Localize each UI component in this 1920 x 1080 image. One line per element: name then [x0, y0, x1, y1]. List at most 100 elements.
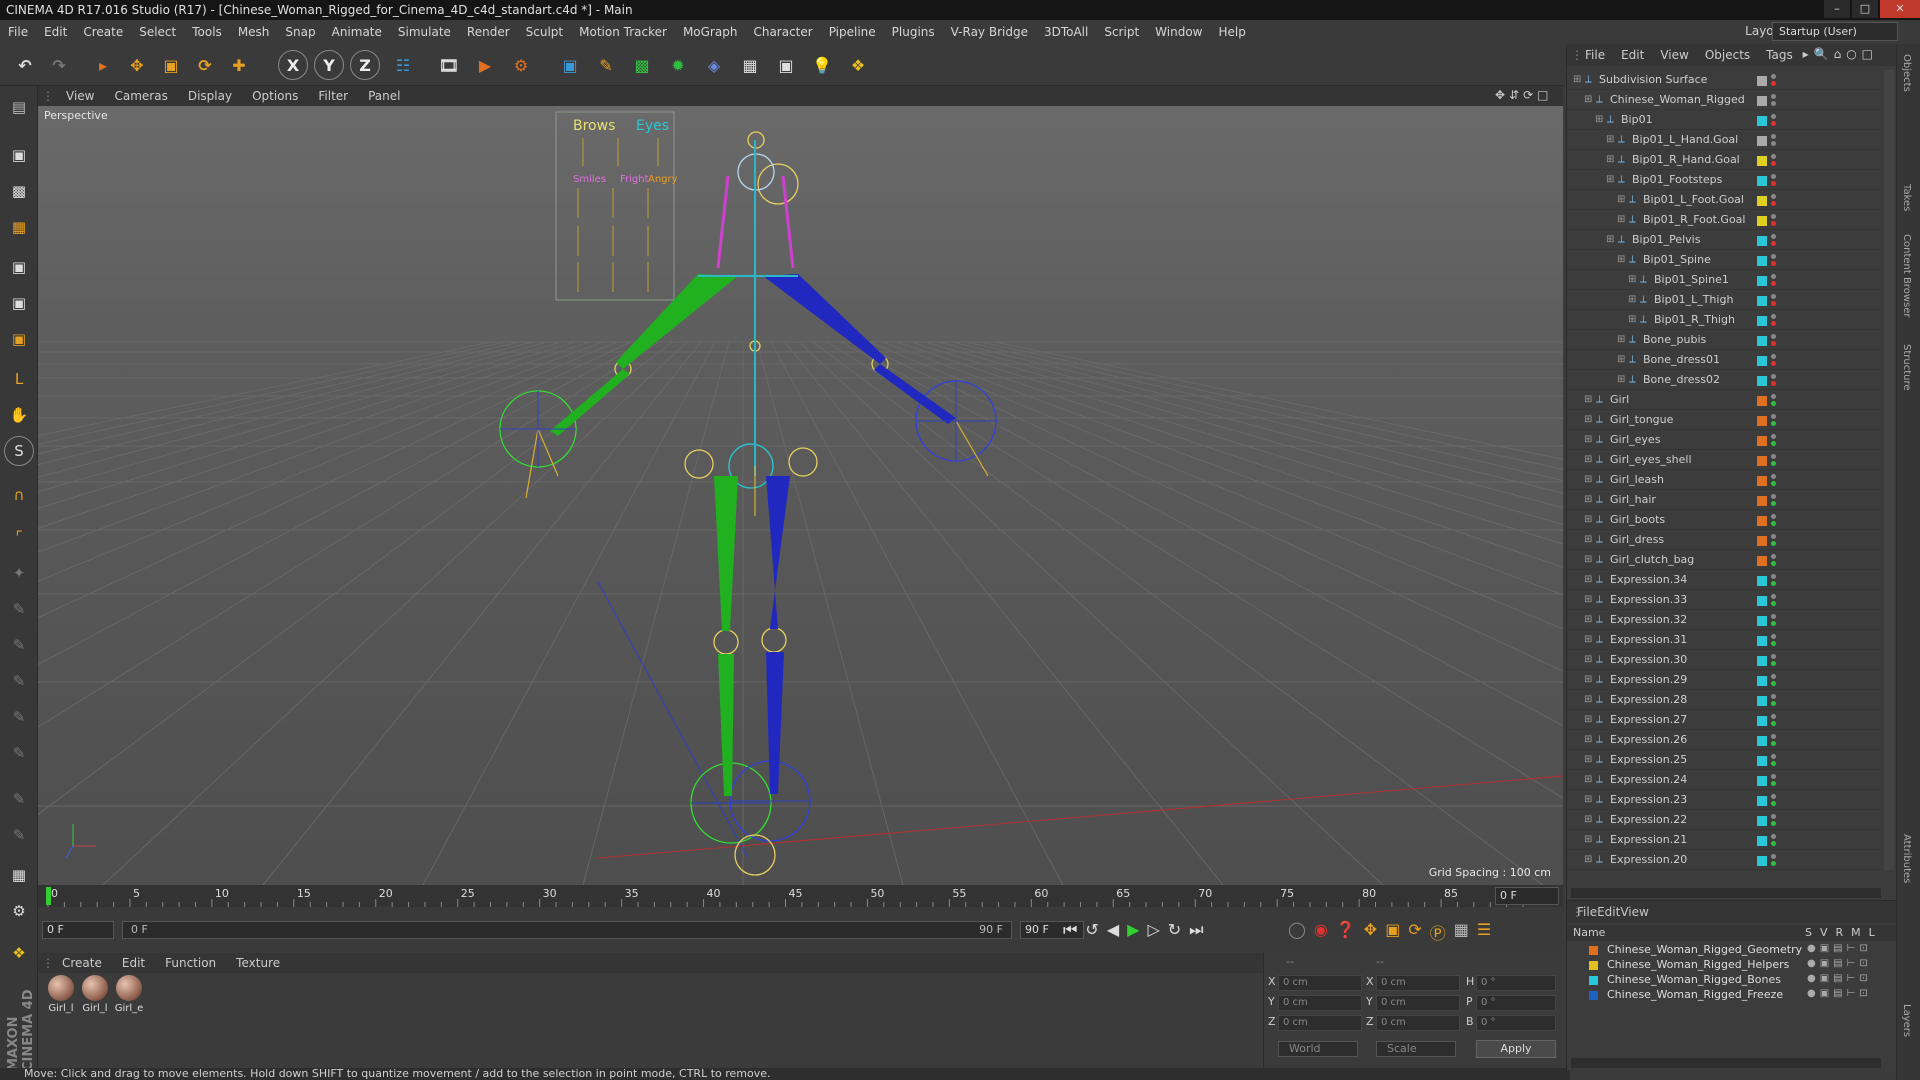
record-keys-icon[interactable]: ◯ [1288, 920, 1306, 944]
layer-color-tag[interactable] [1757, 436, 1767, 446]
key-pla-icon[interactable]: ▦ [1454, 920, 1469, 944]
key-scale-icon[interactable]: ▣ [1385, 920, 1400, 944]
coord-rot-field[interactable]: 0 ° [1476, 1015, 1556, 1031]
layer-color-tag[interactable] [1757, 596, 1767, 606]
expand-toggle-icon[interactable]: ⊞ [1584, 515, 1594, 525]
om-menu-tags[interactable]: Tags [1758, 48, 1801, 62]
cloner-icon[interactable]: ✹ [663, 50, 693, 80]
expand-toggle-icon[interactable]: ⊞ [1584, 555, 1594, 565]
cube-icon[interactable]: ▣ [555, 50, 585, 80]
om-toolbar-icons[interactable]: ▸🔍⌂○□ [1803, 47, 1878, 61]
render-visibility-dot[interactable] [1771, 761, 1776, 766]
layer-color-tag[interactable] [1757, 716, 1767, 726]
layer-flag-header[interactable]: M [1851, 926, 1861, 939]
material-menu-texture[interactable]: Texture [226, 956, 290, 970]
layer-row[interactable]: Chinese_Woman_Rigged_Geometry ●▣▤⊢⊡ [1567, 943, 1897, 958]
coord-rot-field[interactable]: 0 ° [1476, 975, 1556, 991]
expand-toggle-icon[interactable]: ⊞ [1617, 375, 1627, 385]
layer-color-tag[interactable] [1757, 236, 1767, 246]
coordinate-system-icon[interactable]: ☷ [388, 50, 418, 80]
render-visibility-dot[interactable] [1771, 421, 1776, 426]
render-settings-icon[interactable]: ⚙ [506, 50, 536, 80]
render-visibility-dot[interactable] [1771, 481, 1776, 486]
render-visibility-dot[interactable] [1771, 521, 1776, 526]
render-visibility-dot[interactable] [1771, 541, 1776, 546]
lm-menu-edit[interactable]: Edit [1597, 905, 1620, 919]
menu-render[interactable]: Render [459, 25, 518, 39]
om-hscrollbar[interactable] [1571, 888, 1881, 898]
menu-sculpt[interactable]: Sculpt [518, 25, 571, 39]
layer-color-tag[interactable] [1757, 396, 1767, 406]
layer-color-tag[interactable] [1757, 276, 1767, 286]
layer-color-tag[interactable] [1757, 356, 1767, 366]
layer-color-tag[interactable] [1757, 416, 1767, 426]
expand-toggle-icon[interactable]: ⊞ [1584, 675, 1594, 685]
render-visibility-dot[interactable] [1771, 581, 1776, 586]
material-swatch[interactable]: Girl_l [46, 975, 76, 1019]
om-menu-objects[interactable]: Objects [1697, 48, 1758, 62]
lm-menu-view[interactable]: View [1620, 905, 1648, 919]
render-visibility-dot[interactable] [1771, 741, 1776, 746]
expand-toggle-icon[interactable]: ⊞ [1628, 295, 1638, 305]
expand-toggle-icon[interactable]: ⊞ [1584, 835, 1594, 845]
dock-tab-content-browser[interactable]: Content Browser [1901, 234, 1912, 317]
object-row[interactable]: ⊞ ⟂ Girl_boots [1567, 510, 1881, 530]
viewport-nav-icons[interactable]: ✥⇵⟳□ [1495, 88, 1553, 102]
layer-color-swatch[interactable] [1589, 946, 1598, 955]
axis-mode-icon[interactable]: L [4, 364, 34, 394]
coord-pos-field[interactable]: 0 cm [1278, 975, 1362, 991]
object-row[interactable]: ⊞ ⟂ Expression.32 [1567, 610, 1881, 630]
object-row[interactable]: ⊞ ⟂ Expression.25 [1567, 750, 1881, 770]
layer-color-tag[interactable] [1757, 136, 1767, 146]
expand-toggle-icon[interactable]: ⊞ [1617, 215, 1627, 225]
render-visibility-dot[interactable] [1771, 781, 1776, 786]
object-row[interactable]: ⊞ ⟂ Bip01_Spine1 [1567, 270, 1881, 290]
object-row[interactable]: ⊞ ⟂ Bip01_Spine [1567, 250, 1881, 270]
render-visibility-dot[interactable] [1771, 321, 1776, 326]
layer-color-tag[interactable] [1757, 656, 1767, 666]
object-row[interactable]: ⊞ ⟂ Girl_hair [1567, 490, 1881, 510]
lm-hscrollbar[interactable] [1571, 1058, 1881, 1068]
expand-toggle-icon[interactable]: ⊞ [1584, 695, 1594, 705]
layer-color-tag[interactable] [1757, 216, 1767, 226]
layer-color-tag[interactable] [1757, 776, 1767, 786]
object-row[interactable]: ⊞ ⟂ Girl_tongue [1567, 410, 1881, 430]
object-row[interactable]: ⊞ ⟂ Bip01_Footsteps [1567, 170, 1881, 190]
camera-icon[interactable]: ▣ [771, 50, 801, 80]
menu-3dtoall[interactable]: 3DToAll [1036, 25, 1096, 39]
dock-tab-structure[interactable]: Structure [1901, 344, 1912, 391]
expand-toggle-icon[interactable]: ⊞ [1584, 655, 1594, 665]
layer-color-swatch[interactable] [1589, 991, 1598, 1000]
coord-size-field[interactable]: 0 cm [1376, 995, 1460, 1011]
menu-create[interactable]: Create [75, 25, 131, 39]
menu-script[interactable]: Script [1096, 25, 1147, 39]
menu-help[interactable]: Help [1210, 25, 1253, 39]
expand-toggle-icon[interactable]: ⊞ [1628, 315, 1638, 325]
play-icon[interactable]: ▶ [1127, 920, 1139, 940]
menu-plugins[interactable]: Plugins [884, 25, 943, 39]
layer-row[interactable]: Chinese_Woman_Rigged_Freeze ●▣▤⊢⊡ [1567, 988, 1897, 1003]
layer-color-tag[interactable] [1757, 476, 1767, 486]
menu-window[interactable]: Window [1147, 25, 1210, 39]
layer-color-tag[interactable] [1757, 796, 1767, 806]
autokey-icon[interactable]: ◉ [1314, 920, 1328, 944]
object-row[interactable]: ⊞ ⟂ Expression.23 [1567, 790, 1881, 810]
expand-toggle-icon[interactable]: ⊞ [1584, 635, 1594, 645]
maximize-button[interactable]: □ [1852, 0, 1878, 18]
expand-toggle-icon[interactable]: ⊞ [1617, 355, 1627, 365]
layer-row[interactable]: Chinese_Woman_Rigged_Helpers ●▣▤⊢⊡ [1567, 958, 1897, 973]
object-row[interactable]: ⊞ ⟂ Bip01_L_Foot.Goal [1567, 190, 1881, 210]
object-row[interactable]: ⊞ ⟂ Expression.22 [1567, 810, 1881, 830]
expand-toggle-icon[interactable]: ⊞ [1584, 575, 1594, 585]
expand-toggle-icon[interactable]: ⊞ [1606, 235, 1616, 245]
checker-icon[interactable]: ▦ [4, 860, 34, 890]
keyframe-selection-icon[interactable]: ❓ [1336, 920, 1356, 944]
layer-color-tag[interactable] [1757, 696, 1767, 706]
render-visibility-dot[interactable] [1771, 301, 1776, 306]
step-forward-icon[interactable]: ▷ [1147, 920, 1159, 940]
layout-select[interactable]: Startup (User) [1772, 22, 1898, 41]
viewport-menu-panel[interactable]: Panel [358, 89, 410, 103]
object-row[interactable]: ⊞ ⟂ Girl_dress [1567, 530, 1881, 550]
x-axis-icon[interactable]: X [278, 50, 308, 80]
layer-color-tag[interactable] [1757, 196, 1767, 206]
